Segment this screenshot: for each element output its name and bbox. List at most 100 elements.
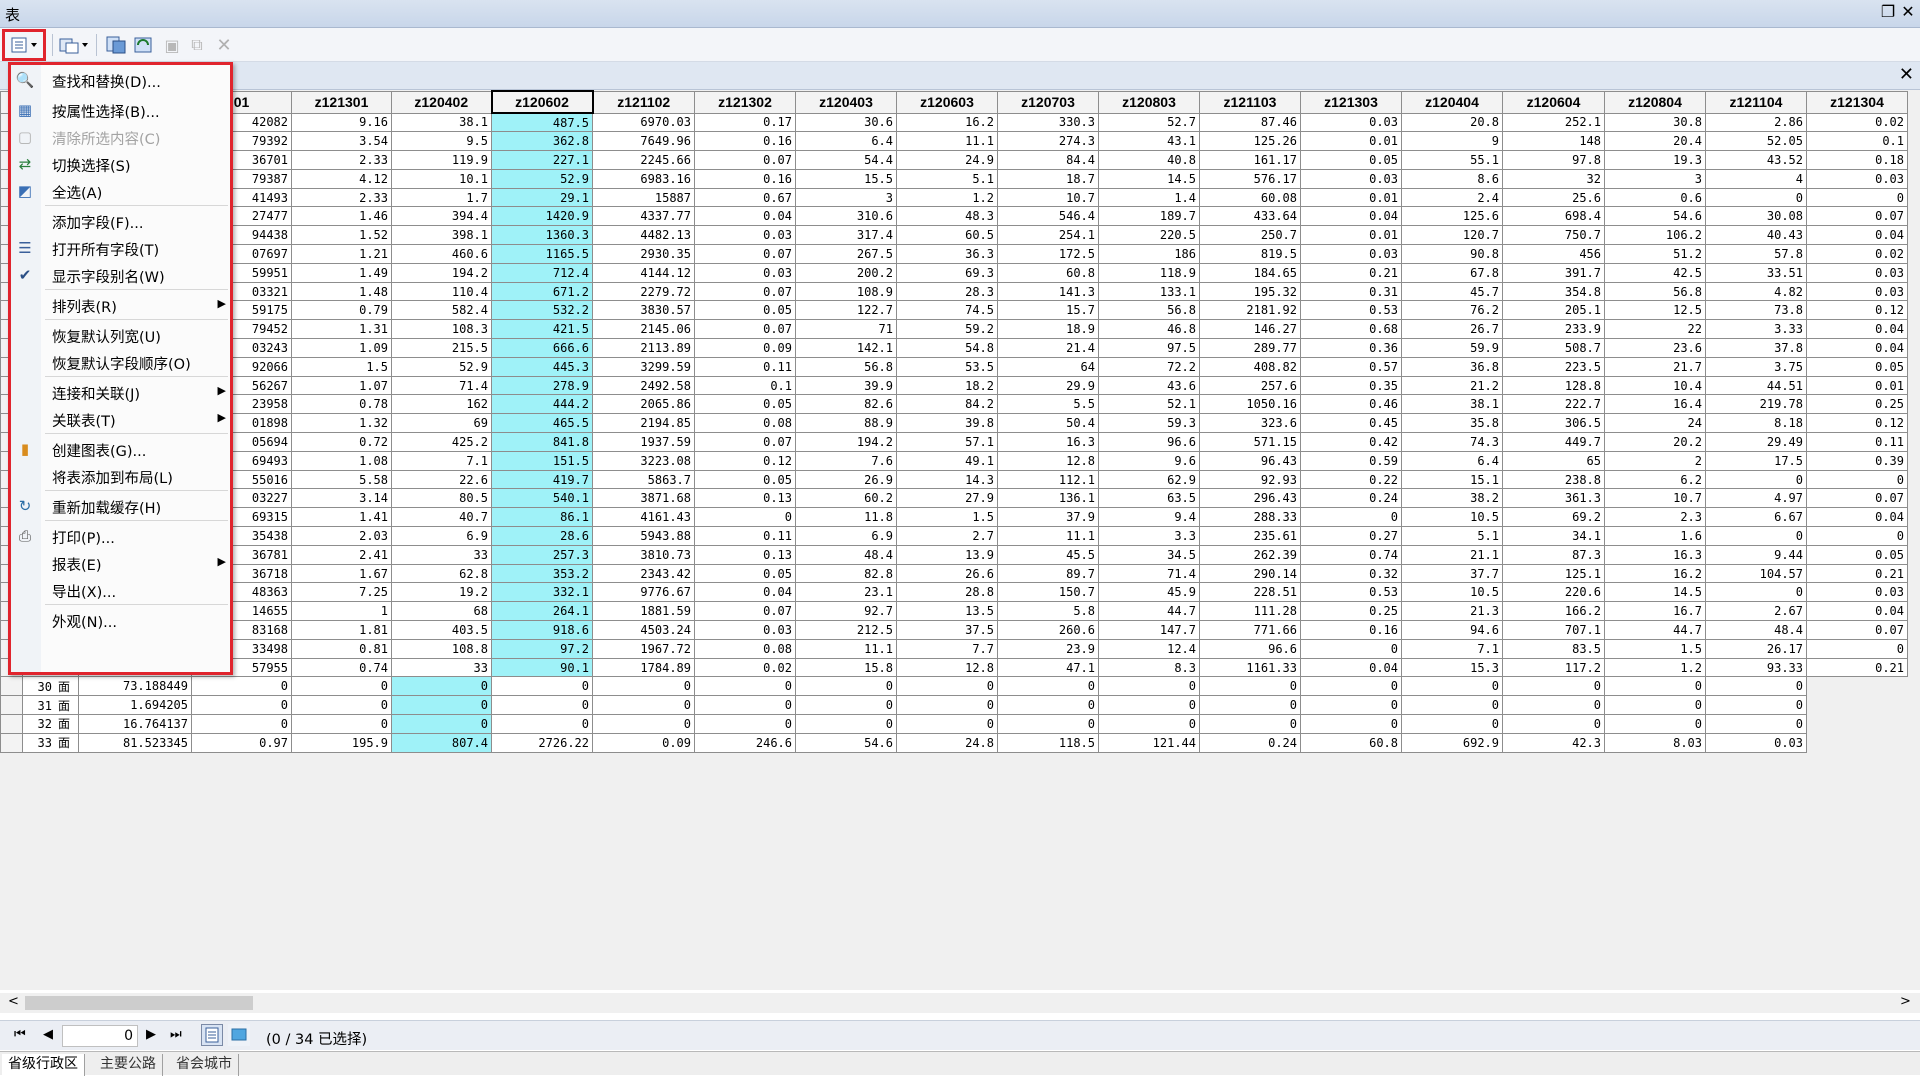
table-row[interactable]: 36701 2.33 119.9 227.1 2245.66 0.07 54.4 24.9 84… xyxy=(0,150,1908,170)
column-header-z120804[interactable]: z120804 xyxy=(1604,90,1706,114)
table-row[interactable]: 83168 1.81 403.5 918.6 4503.24 0.03 212.5 37.5 2… xyxy=(0,620,1908,640)
related-tables-button[interactable] xyxy=(56,33,92,57)
table-row[interactable]: 55016 5.58 22.6 419.7 5863.7 0.05 26.9 14.3 112.… xyxy=(0,469,1908,490)
table-row[interactable]: 32 面 16.764137 0 0 0 0 0 0 0 0 0 0 0 0 0 0 0 0 xyxy=(0,714,1908,734)
table-cell: 296.43 xyxy=(1199,488,1301,509)
next-record-icon[interactable]: ▶ xyxy=(146,1025,156,1045)
table-row[interactable]: 94438 1.52 398.1 1360.3 4482.13 0.03 317.4 60.5… xyxy=(0,225,1908,246)
table-row[interactable]: 79452 1.31 108.3 421.5 2145.06 0.07 71 59.2 18.9… xyxy=(0,319,1908,340)
row-selector[interactable] xyxy=(0,732,23,753)
column-header-z120703[interactable]: z120703 xyxy=(997,90,1099,114)
column-header-z121104[interactable]: z121104 xyxy=(1705,90,1807,114)
table-row[interactable]: 59951 1.49 194.2 712.4 4144.12 0.03 200.2 69.3 6… xyxy=(0,262,1908,283)
menu-item-14[interactable]: 将表添加到布局(L) xyxy=(11,463,230,489)
table-row[interactable]: 33 面 81.523345 0.97 195.9 807.4 2726.22 0.09 246… xyxy=(0,732,1908,753)
table-row[interactable]: 56267 1.07 71.4 278.9 2492.58 0.1 39.9 18.2 29.9… xyxy=(0,375,1908,396)
column-header-z120403[interactable]: z120403 xyxy=(795,90,897,114)
table-row[interactable]: 41493 2.33 1.7 29.1 15887 0.67 3 1.2 10.7 1.4 60.0… xyxy=(0,187,1908,208)
tab-1[interactable]: 主要公路 xyxy=(94,1054,163,1076)
clear-selection-button[interactable]: ▣ xyxy=(162,33,182,57)
table-row[interactable]: 92066 1.5 52.9 445.3 3299.59 0.11 56.8 53.5 64 72… xyxy=(0,356,1908,377)
scroll-left-icon[interactable]: < xyxy=(8,994,19,1009)
menu-item-5[interactable]: 添加字段(F)... xyxy=(11,208,230,234)
table-row[interactable]: 27477 1.46 394.4 1420.9 4337.77 0.04 310.6 48.3… xyxy=(0,206,1908,227)
first-record-icon[interactable]: ⏮ xyxy=(14,1025,26,1045)
table-row[interactable]: 05694 0.72 425.2 841.8 1937.59 0.07 194.2 57.1 1… xyxy=(0,432,1908,452)
menu-item-12[interactable]: 关联表(T) ▶ xyxy=(11,406,230,432)
table-row[interactable]: 69493 1.08 7.1 151.5 3223.08 0.12 7.6 49.1 12.8 9… xyxy=(0,450,1908,471)
column-header-z121304[interactable]: z121304 xyxy=(1806,90,1908,114)
table-row[interactable]: 01898 1.32 69 465.5 2194.85 0.08 88.9 39.8 50.4 5… xyxy=(0,413,1908,434)
column-header-z121102[interactable]: z121102 xyxy=(592,90,695,114)
table-row[interactable]: 48363 7.25 19.2 332.1 9776.67 0.04 23.1 28.8 150… xyxy=(0,582,1908,603)
menu-item-9[interactable]: 恢复默认列宽(U) xyxy=(11,322,230,348)
table-row[interactable]: 03227 3.14 80.5 540.1 3871.68 0.13 60.2 27.9 136… xyxy=(0,488,1908,509)
row-selector[interactable] xyxy=(0,695,23,715)
column-header-z120604[interactable]: z120604 xyxy=(1502,90,1605,114)
row-selector[interactable] xyxy=(0,676,23,697)
menu-item-2[interactable]: ▢ 清除所选内容(C) xyxy=(11,124,230,150)
table-row[interactable]: 59175 0.79 582.4 532.2 3830.57 0.05 122.7 74.5 1… xyxy=(0,300,1908,321)
select-by-attributes-button[interactable] xyxy=(104,33,128,57)
menu-item-17[interactable]: 报表(E) ▶ xyxy=(11,550,230,576)
table-row[interactable]: 30 面 73.188449 0 0 0 0 0 0 0 0 0 0 0 0 0 0 0 0 xyxy=(0,676,1908,697)
menu-item-10[interactable]: 恢复默认字段顺序(O) xyxy=(11,349,230,375)
table-row[interactable]: 03321 1.48 110.4 671.2 2279.72 0.07 108.9 28.3 1… xyxy=(0,281,1908,302)
last-record-icon[interactable]: ⏭ xyxy=(170,1025,182,1045)
menu-item-7[interactable]: ✔ 显示字段别名(W) xyxy=(11,262,230,288)
table-row[interactable]: 35438 2.03 6.9 28.6 5943.88 0.11 6.9 2.7 11.1 3.3… xyxy=(0,526,1908,546)
check-icon: ✔ xyxy=(18,266,32,284)
menu-item-1[interactable]: ▦ 按属性选择(B)... xyxy=(11,97,230,123)
tab-2[interactable]: 省会城市 xyxy=(170,1054,239,1076)
restore-icon[interactable]: ❐ xyxy=(1878,2,1898,21)
table-row[interactable]: 42082 9.16 38.1 487.5 6970.03 0.17 30.6 16.2 330… xyxy=(0,112,1908,133)
menu-item-11[interactable]: 连接和关联(J) ▶ xyxy=(11,379,230,405)
column-header-z120603[interactable]: z120603 xyxy=(896,90,998,114)
show-selected-records-button[interactable] xyxy=(228,1024,250,1046)
record-number-input[interactable]: 0 xyxy=(62,1025,138,1047)
table-row[interactable]: 33498 0.81 108.8 97.2 1967.72 0.08 11.1 7.7 23.9… xyxy=(0,638,1908,659)
table-row[interactable]: 03243 1.09 215.5 666.6 2113.89 0.09 142.1 54.8 2… xyxy=(0,338,1908,358)
horizontal-scrollbar[interactable]: < > xyxy=(0,993,1920,1013)
show-all-records-button[interactable] xyxy=(201,1024,223,1046)
table-row[interactable]: 79387 4.12 10.1 52.9 6983.16 0.16 15.5 5.1 18.7 1… xyxy=(0,168,1908,189)
menu-item-4[interactable]: ◩ 全选(A) xyxy=(11,178,230,204)
table-cell: 125.1 xyxy=(1502,563,1605,584)
menu-item-16[interactable]: ⎙ 打印(P)... xyxy=(11,523,230,549)
zoom-to-selected-button[interactable]: ⧉ xyxy=(186,33,208,57)
close-table-icon[interactable]: ✕ xyxy=(1899,64,1914,85)
column-header-z120803[interactable]: z120803 xyxy=(1098,90,1200,114)
row-selector[interactable] xyxy=(0,714,23,734)
tab-0[interactable]: 省级行政区 xyxy=(2,1054,85,1076)
table-row[interactable]: 07697 1.21 460.6 1165.5 2930.35 0.07 267.5 36.3… xyxy=(0,244,1908,264)
table-row[interactable]: 69315 1.41 40.7 86.1 4161.43 0 11.8 1.5 37.9 9.4 2… xyxy=(0,507,1908,528)
column-header-z121303[interactable]: z121303 xyxy=(1300,90,1402,114)
menu-item-15[interactable]: ↻ 重新加载缓存(H) xyxy=(11,493,230,519)
delete-selected-button[interactable]: ✕ xyxy=(214,33,234,57)
scrollbar-thumb[interactable] xyxy=(25,996,253,1010)
table-row[interactable]: 79392 3.54 9.5 362.8 7649.96 0.16 6.4 11.1 274.3… xyxy=(0,131,1908,152)
column-header-z121103[interactable]: z121103 xyxy=(1199,90,1301,114)
column-header-z120404[interactable]: z120404 xyxy=(1401,90,1503,114)
column-header-z120602[interactable]: z120602 xyxy=(490,90,594,114)
column-header-z121301[interactable]: z121301 xyxy=(291,90,392,114)
menu-item-6[interactable]: ☰ 打开所有字段(T) xyxy=(11,235,230,261)
menu-item-0[interactable]: 🔍 查找和替换(D)... xyxy=(11,67,230,93)
menu-item-8[interactable]: 排列表(R) ▶ xyxy=(11,292,230,318)
previous-record-icon[interactable]: ◀ xyxy=(43,1025,53,1045)
scroll-right-icon[interactable]: > xyxy=(1900,994,1911,1009)
table-row[interactable]: 57955 0.74 33 90.1 1784.89 0.02 15.8 12.8 47.1 8.… xyxy=(0,657,1908,678)
column-header-z120402[interactable]: z120402 xyxy=(391,90,492,114)
menu-item-3[interactable]: ⇄ 切换选择(S) xyxy=(11,151,230,177)
table-row[interactable]: 31 面 1.694205 0 0 0 0 0 0 0 0 0 0 0 0 0 0 0 0 xyxy=(0,695,1908,715)
menu-item-13[interactable]: ▮ 创建图表(G)... xyxy=(11,436,230,462)
switch-selection-button[interactable] xyxy=(132,33,156,57)
column-header-z121302[interactable]: z121302 xyxy=(694,90,796,114)
table-row[interactable]: 36781 2.41 33 257.3 3810.73 0.13 48.4 13.9 45.5 3… xyxy=(0,544,1908,565)
table-row[interactable]: 23958 0.78 162 444.2 2065.86 0.05 82.6 84.2 5.5 5… xyxy=(0,394,1908,415)
table-row[interactable]: 36718 1.67 62.8 353.2 2343.42 0.05 82.8 26.6 89.… xyxy=(0,563,1908,584)
menu-item-19[interactable]: 外观(N)... xyxy=(11,607,230,633)
close-icon[interactable]: ✕ xyxy=(1898,2,1918,21)
menu-item-18[interactable]: 导出(X)... xyxy=(11,577,230,603)
table-row[interactable]: 14655 1 68 264.1 1881.59 0.07 92.7 13.5 5.8 44.7 1… xyxy=(0,601,1908,622)
